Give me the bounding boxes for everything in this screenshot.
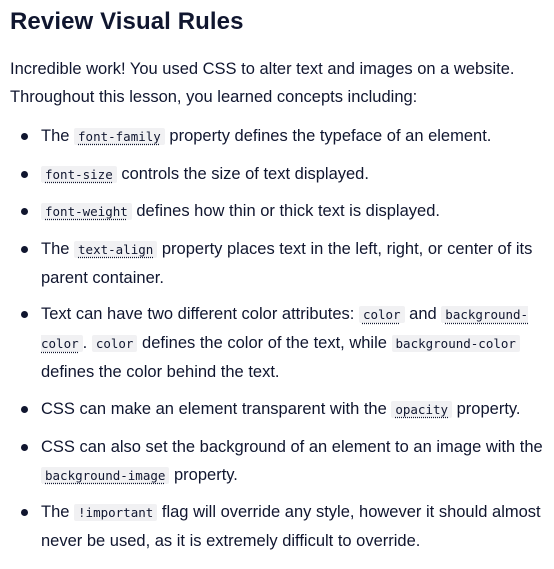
- list-item: The text-align property places text in t…: [10, 235, 544, 292]
- content: Review Visual Rules Incredible work! You…: [0, 0, 554, 555]
- page-title: Review Visual Rules: [10, 8, 244, 35]
- code-term[interactable]: font-weight: [41, 203, 132, 221]
- list-item: The !important flag will override any st…: [10, 498, 544, 555]
- bullet-icon: [21, 245, 28, 253]
- item-text: CSS can also set the background of an el…: [41, 437, 543, 456]
- list-item: CSS can make an element transparent with…: [10, 395, 544, 424]
- bullet-icon: [21, 208, 28, 216]
- code-term[interactable]: opacity: [391, 400, 453, 418]
- item-text: property.: [169, 465, 238, 484]
- list-item: The font-family property defines the typ…: [10, 122, 544, 151]
- code-term: !important: [74, 504, 158, 522]
- bullet-icon: [21, 170, 28, 178]
- item-text: The: [41, 127, 75, 145]
- code-term[interactable]: background-image: [41, 466, 170, 484]
- code-term: background-color: [391, 335, 520, 353]
- code-term[interactable]: font-size: [41, 165, 117, 183]
- code-term[interactable]: font-family: [74, 128, 165, 145]
- concept-list: The font-family property defines the typ…: [10, 122, 544, 555]
- bullet-icon: [21, 311, 28, 319]
- item-text: defines how thin or thick text is displa…: [131, 202, 440, 221]
- item-text: Text can have two different color attrib…: [41, 305, 359, 324]
- item-text: .: [82, 334, 92, 353]
- bullet-icon: [21, 443, 28, 451]
- item-text: The: [41, 503, 75, 522]
- code-term: color: [91, 335, 138, 353]
- list-item: CSS can also set the background of an el…: [10, 433, 544, 490]
- intro-paragraph: Incredible work! You used CSS to alter t…: [10, 60, 515, 106]
- bullet-icon: [21, 509, 28, 517]
- item-text: and: [404, 305, 442, 324]
- item-text: property defines the typeface of an elem…: [164, 127, 492, 145]
- item-text: controls the size of text displayed.: [116, 164, 369, 183]
- bullet-icon: [21, 133, 28, 140]
- list-item: font-weight defines how thin or thick te…: [10, 197, 544, 226]
- list-item: Text can have two different color attrib…: [10, 300, 544, 386]
- item-text: CSS can make an element transparent with…: [41, 399, 392, 418]
- code-term[interactable]: text-align: [74, 240, 158, 258]
- item-text: defines the color of the text, while: [137, 334, 392, 353]
- item-text: defines the color behind the text.: [41, 363, 280, 382]
- list-item: font-size controls the size of text disp…: [10, 160, 544, 189]
- item-text: property.: [452, 399, 521, 418]
- bullet-icon: [21, 405, 28, 413]
- code-term[interactable]: color: [358, 306, 405, 324]
- item-text: The: [41, 239, 75, 258]
